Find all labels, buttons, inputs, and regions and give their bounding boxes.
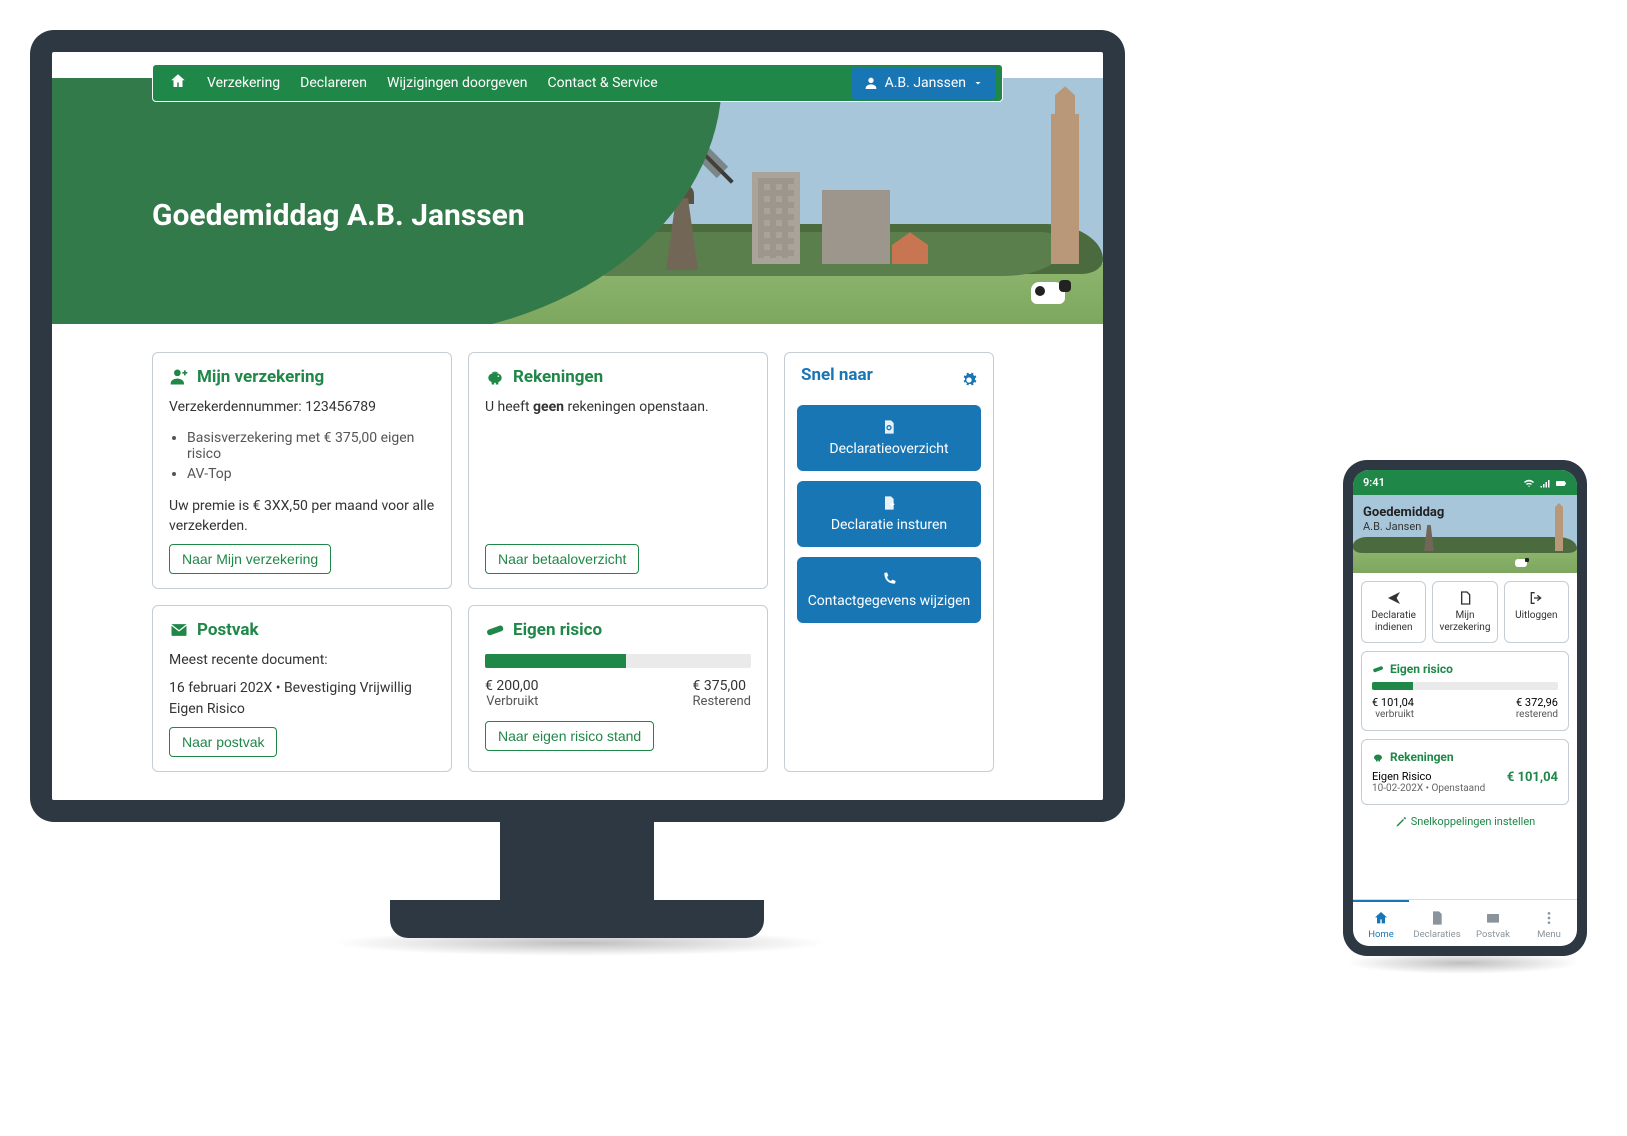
user-name: A.B. Janssen — [885, 75, 966, 91]
envelope-icon — [169, 620, 189, 640]
mobile-rest-val: € 372,96 — [1516, 696, 1558, 709]
signal-icon — [1539, 477, 1551, 489]
envelope-icon — [1485, 910, 1501, 926]
mobile-quick-tiles: Declaratie indienen Mijn verzekering Uit… — [1353, 573, 1577, 643]
card-verzekering: Mijn verzekering Verzekerdennummer: 1234… — [152, 352, 452, 589]
mobile-phone: 9:41 Goedemiddag A.B. Jansen — [1343, 460, 1587, 956]
snel-title: Snel naar — [801, 365, 873, 385]
risico-values: € 200,00 Verbruikt € 375,00 Resterend — [485, 678, 751, 709]
tab-postvak[interactable]: Postvak — [1465, 900, 1521, 946]
mobile-card-rekeningen: Rekeningen Eigen Risico 10-02-202X • Ope… — [1361, 739, 1569, 805]
mobile-rek-line1: Eigen Risico — [1372, 770, 1485, 783]
nav-item-contact[interactable]: Contact & Service — [538, 67, 668, 99]
postvak-sub: Meest recente document: — [169, 650, 435, 670]
card-snel-naar: Snel naar Declaratieoverzicht Declaratie… — [784, 352, 994, 772]
card-verzekering-title: Mijn verzekering — [169, 367, 435, 387]
mobile-user-name: A.B. Jansen — [1363, 520, 1444, 533]
top-nav: Verzekering Declareren Wijzigingen doorg… — [152, 64, 1003, 102]
premium-text: Uw premie is € 3XX,50 per maand voor all… — [169, 496, 435, 537]
bullet-basis: Basisverzekering met € 375,00 eigen risi… — [187, 430, 435, 462]
mobile-verbruikt-lbl: verbruikt — [1372, 709, 1414, 720]
verbruikt-label: Verbruikt — [485, 694, 538, 709]
mobile-risico-fill — [1372, 682, 1413, 690]
mobile-tab-bar: Home Declaraties Postvak Menu — [1353, 899, 1577, 946]
resterend-value: € 375,00 — [693, 678, 751, 694]
card-rekeningen-title: Rekeningen — [485, 367, 751, 387]
phone-edit-icon — [881, 571, 897, 587]
verbruikt-value: € 200,00 — [485, 678, 538, 694]
mobile-verbruikt-val: € 101,04 — [1372, 696, 1414, 709]
postvak-button[interactable]: Naar postvak — [169, 727, 277, 757]
rekeningen-text: U heeft geen rekeningen openstaan. — [485, 397, 751, 417]
insurance-bullets: Basisverzekering met € 375,00 eigen risi… — [187, 430, 435, 486]
snel-btn-declaratie-insturen[interactable]: Declaratie insturen — [797, 481, 981, 547]
tile-uitloggen[interactable]: Uitloggen — [1504, 581, 1569, 643]
mobile-risico-progress — [1372, 682, 1558, 690]
mobile-greeting: Goedemiddag — [1363, 505, 1444, 520]
mobile-hero: Goedemiddag A.B. Jansen — [1353, 495, 1577, 573]
greeting-heading: Goedemiddag A.B. Janssen — [152, 198, 525, 233]
nav-home[interactable] — [159, 64, 197, 102]
risico-button[interactable]: Naar eigen risico stand — [485, 721, 654, 751]
card-postvak-title: Postvak — [169, 620, 435, 640]
nav-item-declareren[interactable]: Declareren — [290, 67, 377, 99]
battery-icon — [1555, 477, 1567, 489]
snelkoppelingen-link[interactable]: Snelkoppelingen instellen — [1353, 805, 1577, 834]
logout-icon — [1528, 590, 1544, 606]
mobile-risico-title: Eigen risico — [1372, 662, 1558, 676]
piggybank-icon — [485, 367, 505, 387]
mobile-card-risico: Eigen risico € 101,04 verbruikt € 372,96… — [1361, 651, 1569, 731]
status-time: 9:41 — [1363, 476, 1385, 489]
home-icon — [1373, 910, 1389, 926]
card-risico-title: Eigen risico — [485, 620, 751, 640]
rekeningen-button[interactable]: Naar betaaloverzicht — [485, 544, 639, 574]
desktop-monitor: Verzekering Declareren Wijzigingen doorg… — [30, 30, 1125, 822]
nav-item-wijzigingen[interactable]: Wijzigingen doorgeven — [377, 67, 538, 99]
tile-mijn-verzekering[interactable]: Mijn verzekering — [1432, 581, 1497, 643]
chevron-down-icon — [972, 77, 984, 89]
snel-btn-declaratieoverzicht[interactable]: Declaratieoverzicht — [797, 405, 981, 471]
card-postvak: Postvak Meest recente document: 16 febru… — [152, 605, 452, 772]
status-bar: 9:41 — [1353, 470, 1577, 495]
postvak-doc: 16 februari 202X • Bevestiging Vrijwilli… — [169, 678, 435, 719]
gear-icon[interactable] — [961, 372, 977, 388]
pencil-icon — [1395, 816, 1407, 828]
card-eigen-risico: Eigen risico € 200,00 Verbruikt € 375,00… — [468, 605, 768, 772]
dashboard-grid: Mijn verzekering Verzekerdennummer: 1234… — [52, 324, 1103, 800]
mobile-rest-lbl: resterend — [1516, 709, 1558, 720]
document-search-icon — [881, 419, 897, 435]
home-icon — [169, 72, 187, 90]
tile-declaratie-indienen[interactable]: Declaratie indienen — [1361, 581, 1426, 643]
document-add-icon — [881, 495, 897, 511]
bullet-avtop: AV-Top — [187, 466, 435, 482]
document-icon — [1429, 910, 1445, 926]
risico-progress-fill — [485, 654, 626, 668]
card-rekeningen: Rekeningen U heeft geen rekeningen opens… — [468, 352, 768, 589]
snel-btn-contactgegevens[interactable]: Contactgegevens wijzigen — [797, 557, 981, 623]
tab-home[interactable]: Home — [1353, 900, 1409, 946]
verzekering-button[interactable]: Naar Mijn verzekering — [169, 544, 331, 574]
user-menu[interactable]: A.B. Janssen — [851, 67, 996, 99]
band-aid-icon — [485, 620, 505, 640]
piggybank-icon — [1372, 751, 1384, 763]
insured-number: Verzekerdennummer: 123456789 — [169, 397, 435, 417]
user-icon — [863, 75, 879, 91]
tab-declaraties[interactable]: Declaraties — [1409, 900, 1465, 946]
risico-progress — [485, 654, 751, 668]
mobile-rek-line2: 10-02-202X • Openstaand — [1372, 783, 1485, 794]
document-icon — [1457, 590, 1473, 606]
nav-item-verzekering[interactable]: Verzekering — [197, 67, 290, 99]
resterend-label: Resterend — [693, 694, 751, 709]
hero-banner: Goedemiddag A.B. Janssen — [52, 78, 1103, 324]
mobile-rek-amount: € 101,04 — [1507, 770, 1558, 785]
mobile-rekeningen-title: Rekeningen — [1372, 750, 1558, 764]
send-icon — [1386, 590, 1402, 606]
user-plus-icon — [169, 367, 189, 387]
dots-vertical-icon — [1541, 910, 1557, 926]
tab-menu[interactable]: Menu — [1521, 900, 1577, 946]
band-aid-icon — [1372, 663, 1384, 675]
wifi-icon — [1523, 477, 1535, 489]
